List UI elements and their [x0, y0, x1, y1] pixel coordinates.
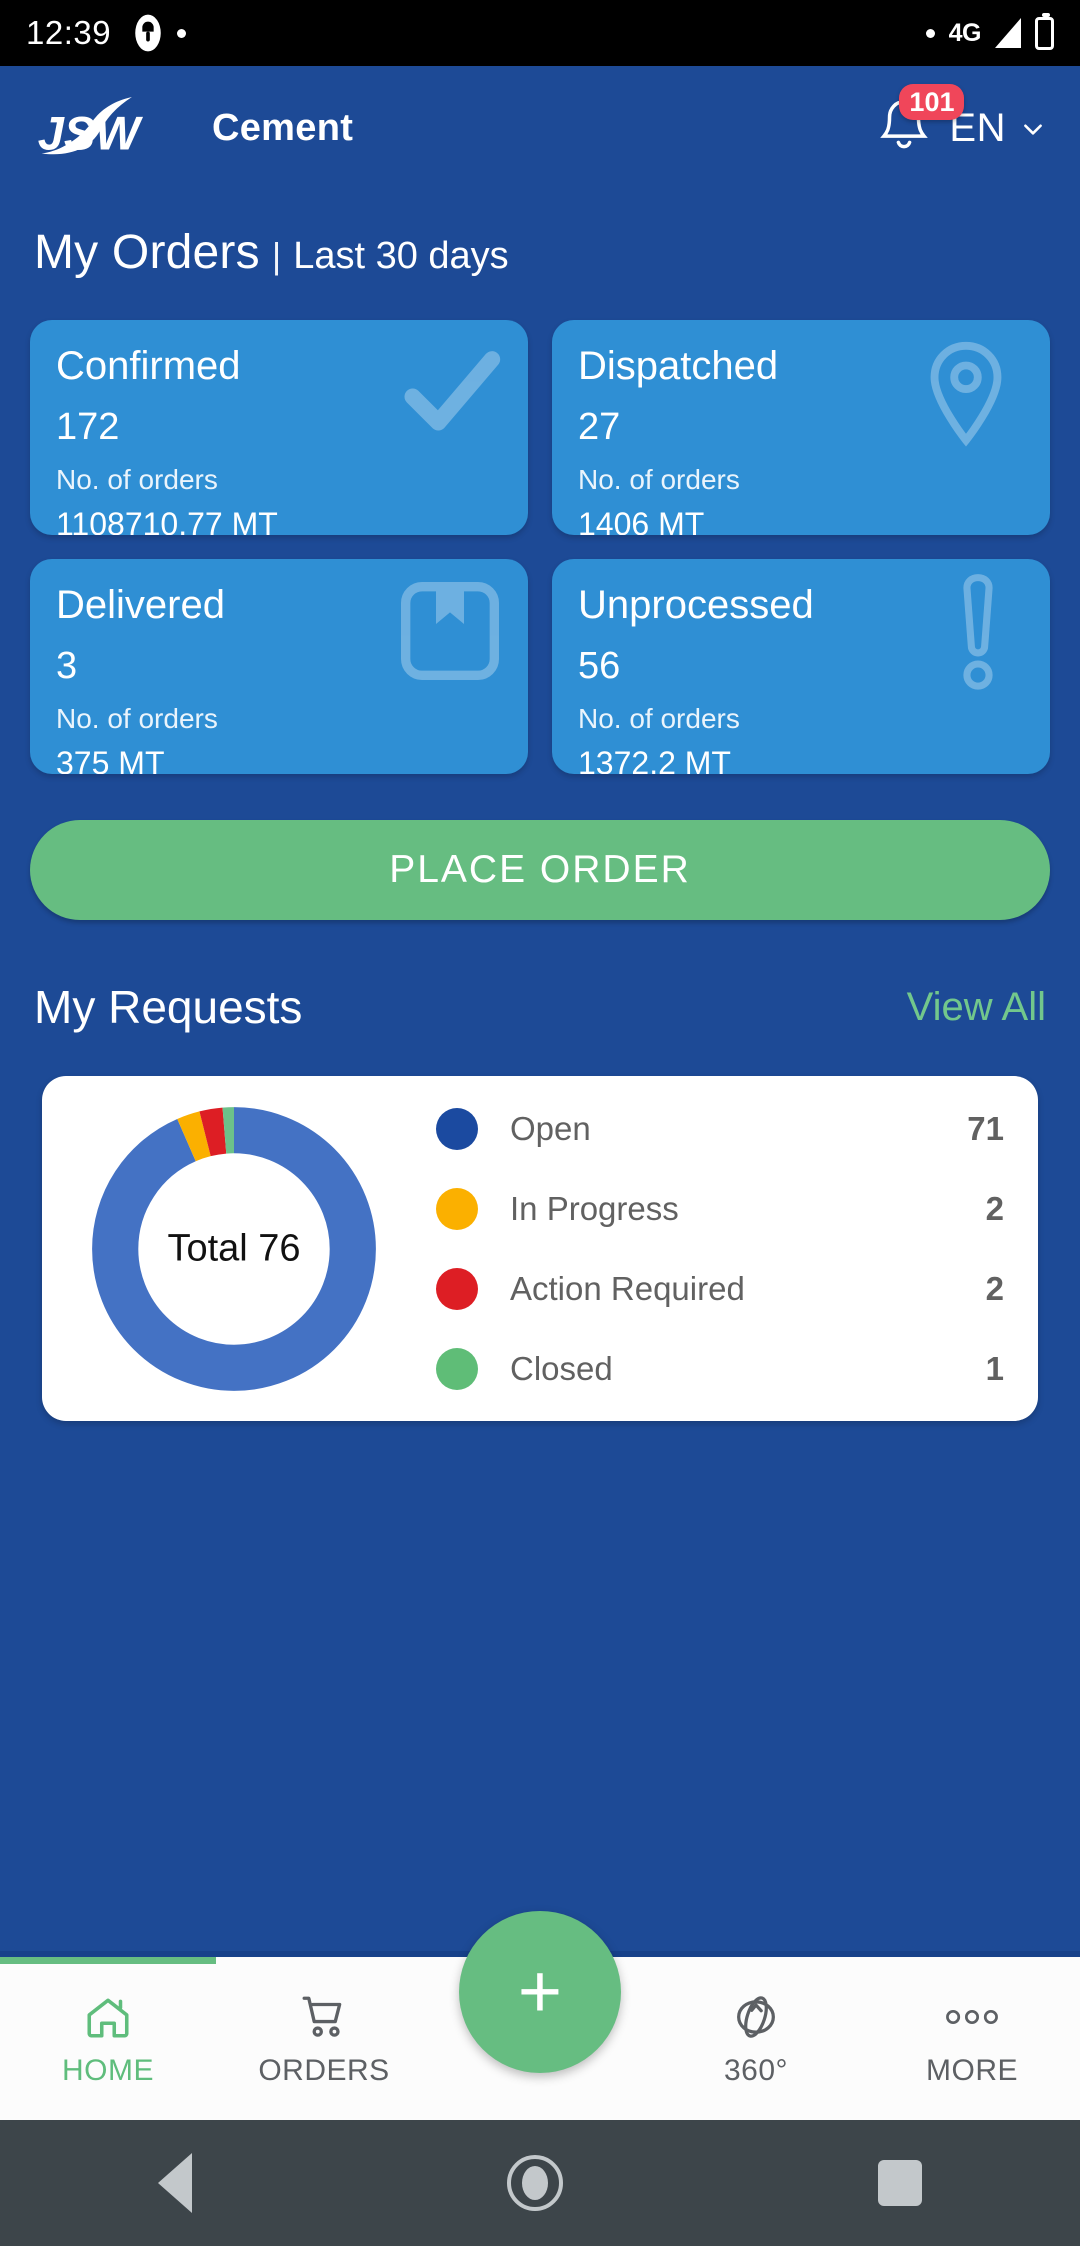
- card-quantity: 375 MT: [56, 745, 165, 774]
- nav-item-orders[interactable]: ORDERS: [216, 1957, 432, 2120]
- bottom-navigation: HOME ORDERS + 360° MORE: [0, 1911, 1080, 2120]
- my-requests-title: My Requests: [34, 981, 303, 1033]
- nav-item-more[interactable]: MORE: [864, 1957, 1080, 2120]
- status-bar-right: 4G: [914, 12, 1054, 50]
- cart-icon: [295, 1990, 353, 2044]
- network-type-label: 4G: [948, 18, 982, 47]
- card-title: Confirmed: [56, 344, 241, 388]
- legend-label: Closed: [510, 1349, 613, 1387]
- my-orders-heading: My Orders | Last 30 days: [0, 191, 1080, 280]
- card-count: 27: [578, 406, 621, 448]
- legend-value: 71: [967, 1109, 1004, 1147]
- brand-name: Cement: [212, 107, 354, 149]
- legend-color-dot-open: [436, 1107, 478, 1150]
- card-label: No. of orders: [56, 703, 218, 734]
- dot-icon-right: [925, 28, 935, 38]
- card-title: Delivered: [56, 583, 225, 627]
- place-order-button[interactable]: PLACE ORDER: [30, 820, 1050, 920]
- my-requests-header: My Requests View All: [34, 980, 1046, 1034]
- legend-item-closed[interactable]: Closed 1: [436, 1329, 1004, 1409]
- app-header: JSW Cement 101 EN: [0, 66, 1080, 191]
- card-count: 3: [56, 645, 78, 687]
- svg-text:JSW: JSW: [38, 106, 144, 159]
- card-label: No. of orders: [578, 464, 740, 495]
- nav-label: MORE: [926, 2053, 1018, 2087]
- my-orders-title: My Orders: [34, 226, 260, 279]
- legend-value: 1: [985, 1349, 1004, 1387]
- system-navigation-bar: [0, 2120, 1080, 2246]
- nav-label: ORDERS: [258, 2053, 390, 2087]
- legend-item-in-progress[interactable]: In Progress 2: [436, 1169, 1004, 1249]
- app-screen: 12:39 4G JSW Cement 101 EN My Orders | L…: [0, 0, 1080, 2246]
- back-triangle-icon[interactable]: [157, 2153, 192, 2213]
- legend-color-dot-closed: [436, 1347, 478, 1390]
- card-quantity: 1406 MT: [578, 506, 705, 535]
- legend-color-dot-in-progress: [436, 1187, 478, 1230]
- home-icon: [79, 1990, 137, 2044]
- order-card-delivered[interactable]: Delivered 3 No. of orders 375 MT: [30, 559, 528, 774]
- orders-period-label: Last 30 days: [293, 235, 509, 277]
- brand: JSW Cement: [34, 94, 353, 164]
- card-label: No. of orders: [578, 703, 740, 734]
- legend-item-action-required[interactable]: Action Required 2: [436, 1249, 1004, 1329]
- legend-color-dot-action-required: [436, 1267, 478, 1310]
- legend-item-open[interactable]: Open 71: [436, 1089, 1004, 1169]
- status-bar: 12:39 4G: [0, 0, 1080, 66]
- legend-label: In Progress: [510, 1189, 679, 1227]
- chevron-down-icon[interactable]: [1020, 116, 1046, 142]
- title-separator: |: [271, 235, 282, 276]
- nav-label: 360°: [723, 2053, 789, 2087]
- rotate-360-icon: [727, 1990, 785, 2044]
- signal-icon: [995, 18, 1021, 48]
- home-circle-icon[interactable]: [506, 2155, 563, 2211]
- add-button[interactable]: +: [459, 1911, 621, 2073]
- nav-label: HOME: [62, 2053, 154, 2087]
- notifications-button[interactable]: 101: [873, 83, 965, 166]
- donut-center-total: Total 76: [167, 1227, 301, 1269]
- card-count: 172: [56, 406, 120, 448]
- plus-icon: +: [517, 1949, 563, 2034]
- nav-item-home[interactable]: HOME: [0, 1957, 216, 2120]
- dot-icon: [177, 28, 187, 38]
- status-bar-time: 12:39: [26, 14, 112, 51]
- active-tab-indicator: [0, 1957, 216, 1964]
- card-count: 56: [578, 645, 621, 687]
- recents-square-icon[interactable]: [878, 2160, 923, 2206]
- legend-value: 2: [985, 1269, 1004, 1307]
- requests-chart-card: Total 76 Open 71 In Progress 2 Action Re…: [42, 1076, 1038, 1421]
- requests-donut-chart[interactable]: Total 76: [54, 1084, 414, 1414]
- order-card-confirmed[interactable]: Confirmed 172 No. of orders 1108710.77 M…: [30, 320, 528, 535]
- view-all-link[interactable]: View All: [907, 985, 1046, 1030]
- more-dots-icon: [943, 1990, 1001, 2044]
- jsw-logo-icon: JSW: [34, 94, 194, 164]
- card-quantity: 1108710.77 MT: [56, 506, 278, 535]
- lock-icon: [131, 13, 165, 53]
- card-title: Unprocessed: [578, 583, 814, 627]
- requests-legend: Open 71 In Progress 2 Action Required 2 …: [414, 1089, 1038, 1409]
- legend-value: 2: [985, 1189, 1004, 1227]
- order-card-dispatched[interactable]: Dispatched 27 No. of orders 1406 MT: [552, 320, 1050, 535]
- legend-label: Open: [510, 1109, 591, 1147]
- legend-label: Action Required: [510, 1269, 745, 1307]
- header-actions: 101 EN: [873, 83, 1046, 166]
- order-card-unprocessed[interactable]: Unprocessed 56 No. of orders 1372.2 MT: [552, 559, 1050, 774]
- card-title: Dispatched: [578, 344, 779, 388]
- card-quantity: 1372.2 MT: [578, 745, 731, 774]
- battery-icon: [1035, 12, 1054, 50]
- fab-slot: +: [432, 1911, 648, 2120]
- order-stat-cards: Confirmed 172 No. of orders 1108710.77 M…: [30, 320, 1050, 774]
- notification-badge: 101: [899, 83, 965, 120]
- card-label: No. of orders: [56, 464, 218, 495]
- nav-item-360[interactable]: 360°: [648, 1957, 864, 2120]
